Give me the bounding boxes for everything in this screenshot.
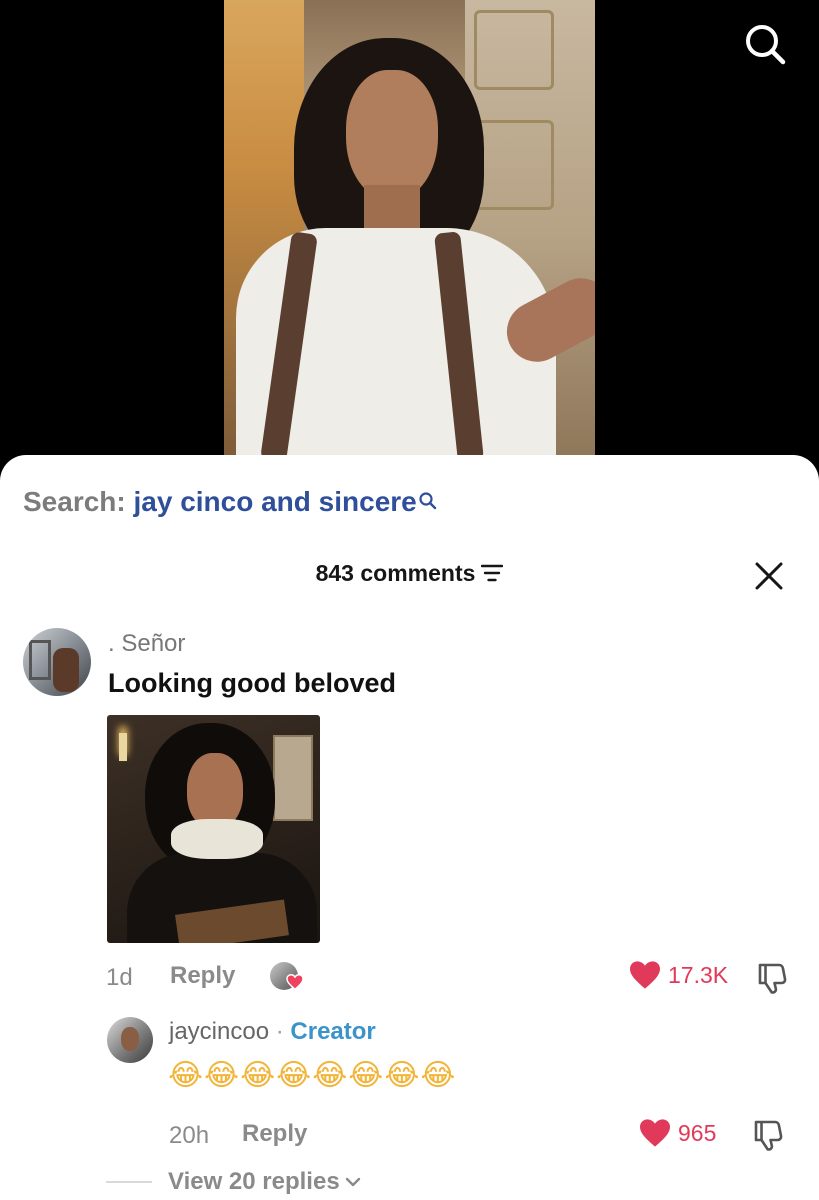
separator-dot: ·: [275, 1018, 284, 1045]
comment-text: Looking good beloved: [108, 668, 396, 698]
search-icon[interactable]: [743, 22, 787, 66]
comment-username[interactable]: . Señor: [108, 630, 185, 658]
comment-age: 1d: [106, 964, 133, 991]
comments-header: 843 comments: [0, 560, 819, 592]
chevron-down-icon: [345, 1177, 360, 1187]
reply-button[interactable]: Reply: [242, 1120, 307, 1148]
like-count: 17.3K: [668, 961, 729, 988]
dislike-icon[interactable]: [750, 1117, 786, 1158]
search-prefix: Search:: [23, 486, 126, 517]
heart-icon: [640, 1119, 670, 1147]
creator-badge: Creator: [290, 1018, 376, 1045]
reply-header: jaycincoo · Creator: [169, 1018, 376, 1046]
dislike-icon[interactable]: [754, 960, 790, 1001]
video-player[interactable]: [0, 0, 819, 470]
close-icon[interactable]: [753, 560, 785, 592]
reply-age: 20h: [169, 1122, 210, 1149]
filter-icon[interactable]: [481, 563, 504, 588]
creator-liked-badge: [270, 962, 306, 992]
search-suggestion[interactable]: Search: jay cinco and sincere: [23, 486, 438, 518]
avatar[interactable]: [23, 628, 91, 696]
view-replies-label: View 20 replies: [168, 1168, 340, 1195]
portrait-image[interactable]: [107, 715, 320, 943]
reply-username[interactable]: jaycincoo: [169, 1018, 269, 1045]
like-button[interactable]: 965: [638, 1118, 716, 1148]
heart-icon: [630, 961, 660, 989]
reply-button[interactable]: Reply: [170, 962, 235, 990]
divider: [106, 1181, 152, 1183]
like-button[interactable]: 17.3K: [628, 960, 728, 990]
view-replies-button[interactable]: View 20 replies: [106, 1168, 362, 1196]
like-count: 965: [678, 1119, 717, 1146]
comment-count: 843 comments: [315, 560, 476, 586]
search-icon[interactable]: [418, 486, 438, 518]
search-query[interactable]: jay cinco and sincere: [134, 486, 417, 517]
video-thumbnail[interactable]: [224, 0, 595, 470]
reply-text: 😂😂😂😂😂😂😂😂: [168, 1059, 457, 1092]
heart-icon: [286, 974, 304, 990]
avatar[interactable]: [107, 1017, 153, 1063]
